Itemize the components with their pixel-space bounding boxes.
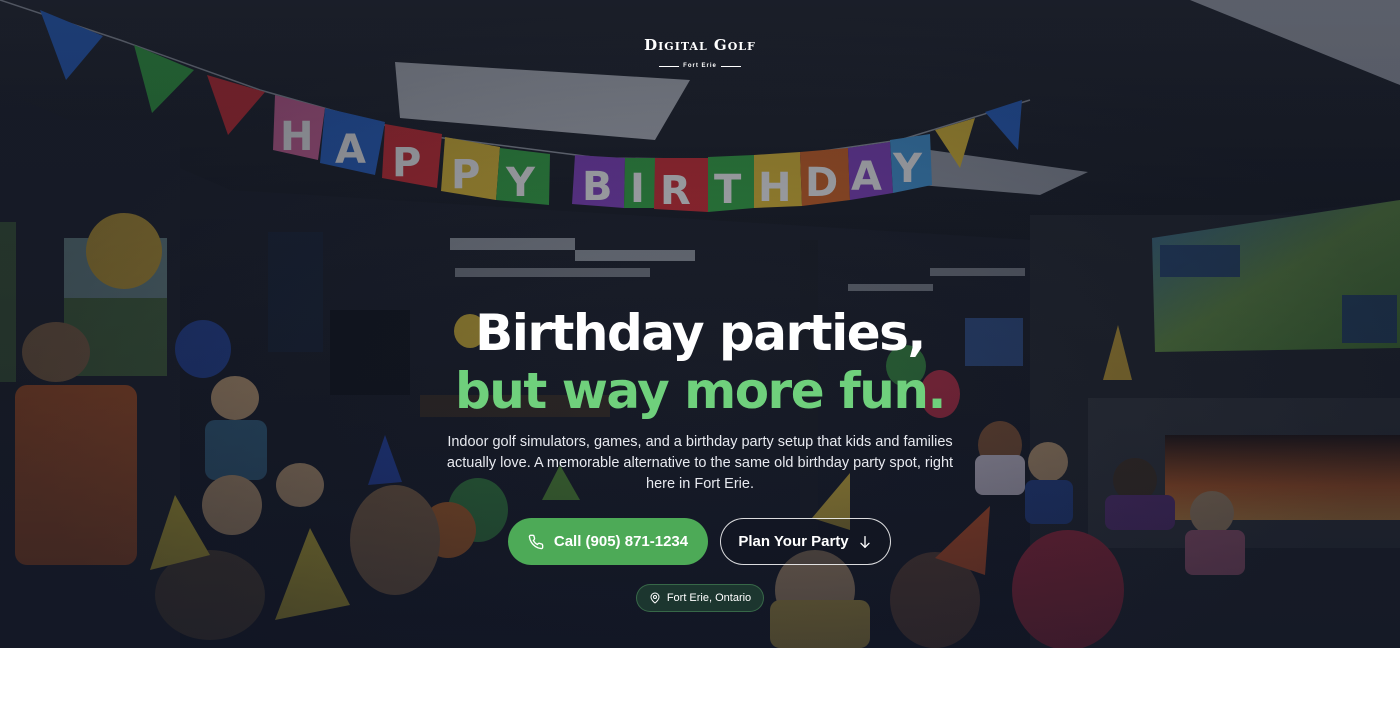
hero-subtext: Indoor golf simulators, games, and a bir… [446,434,954,492]
location-badge: Fort Erie, Ontario [636,584,764,612]
plan-your-party-button[interactable]: Plan Your Party [720,518,891,565]
arrow-down-icon [857,534,873,550]
plan-button-label: Plan Your Party [738,533,849,550]
call-button[interactable]: Call (905) 871-1234 [508,518,708,565]
headline-line-1: Birthday parties, [475,304,926,362]
logo-name: Digital Golf [644,36,756,54]
hero-section: H A P P Y B I R T H D A Y Digital Golf F… [0,0,1400,648]
logo-location: Fort Erie [659,63,741,69]
headline-line-2: but way more fun. [455,362,946,420]
location-label: Fort Erie, Ontario [666,592,752,604]
site-logo[interactable]: Digital Golf Fort Erie [0,36,1400,72]
hero-headline: Birthday parties, but way more fun. [0,304,1400,420]
map-pin-icon [649,592,661,604]
phone-icon [528,534,544,550]
call-button-label: Call (905) 871-1234 [553,533,689,550]
